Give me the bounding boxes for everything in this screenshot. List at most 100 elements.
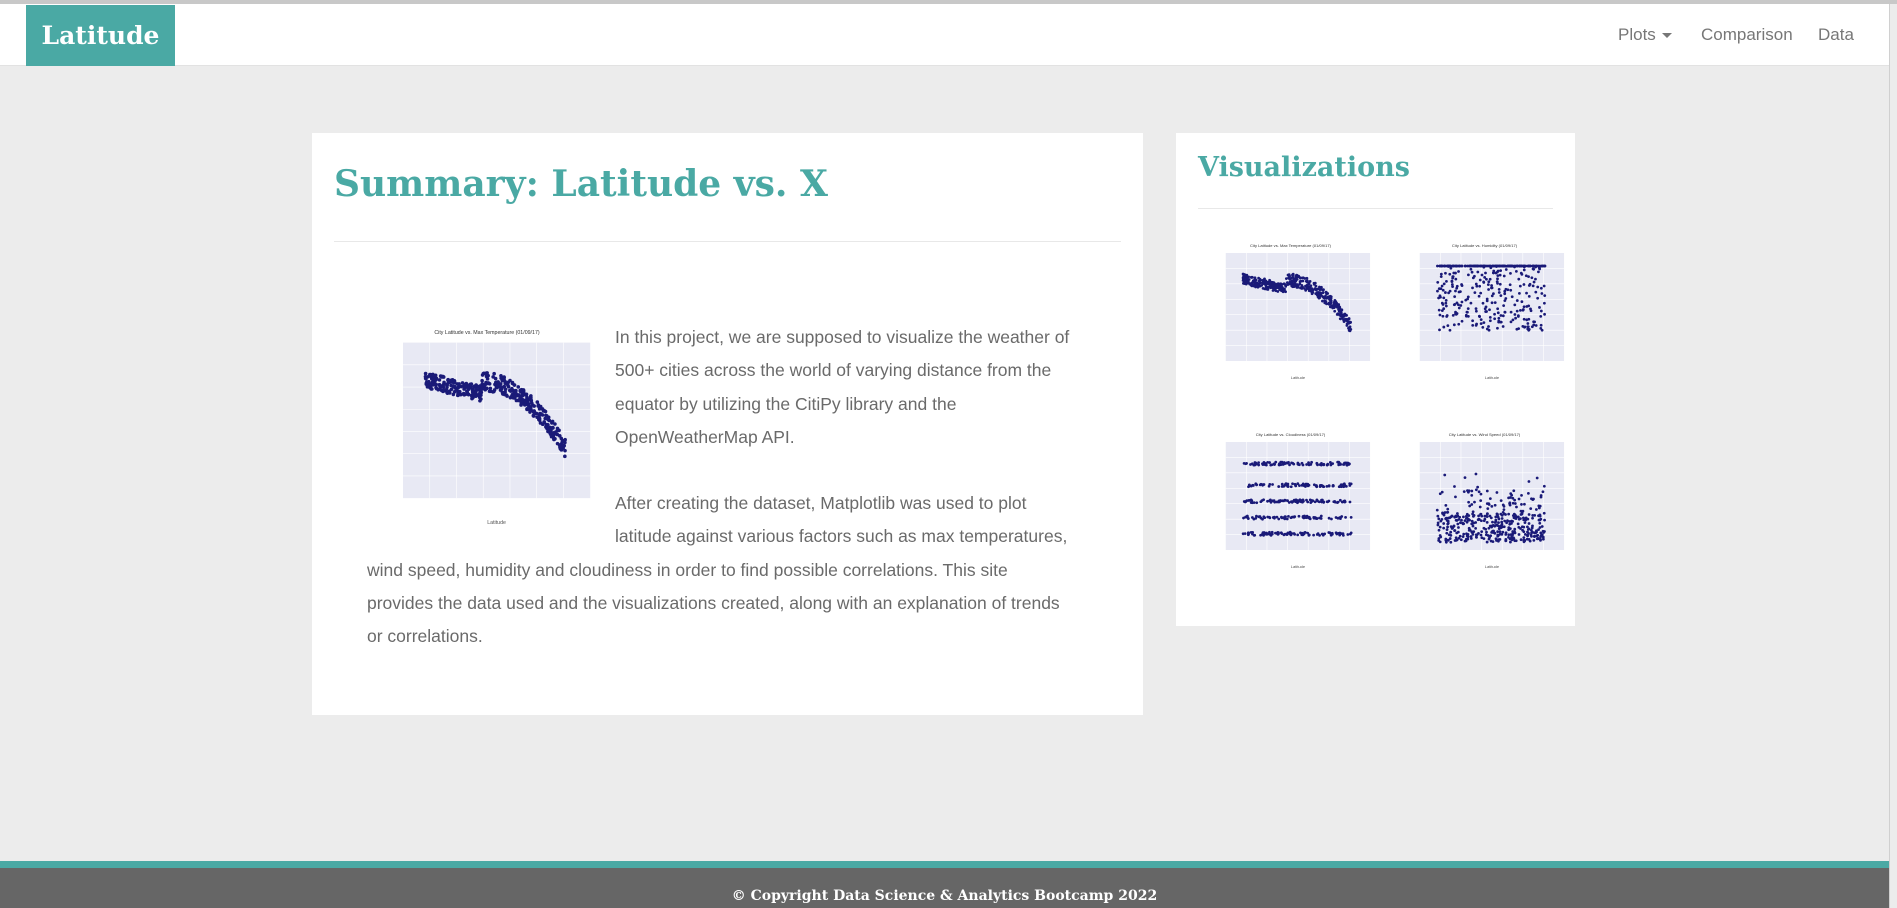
plot-point xyxy=(1338,498,1342,502)
plot-point xyxy=(1444,301,1448,305)
plot-point xyxy=(1499,320,1503,324)
plot-point xyxy=(1517,497,1521,501)
plot-point xyxy=(1513,527,1517,531)
plot-point xyxy=(1516,315,1520,318)
plot-x-label: Latitude xyxy=(1485,375,1500,380)
thumbnail-wind-speed[interactable]: City Latitude vs. Wind Speed (01/09/17) L… xyxy=(1392,427,1577,577)
plot-point xyxy=(1454,277,1458,281)
plot-point xyxy=(1515,299,1519,302)
plot-point xyxy=(1333,303,1337,307)
plot-point xyxy=(1542,284,1546,288)
plot-point xyxy=(1328,301,1332,305)
plot-point xyxy=(1485,299,1489,303)
plot-point xyxy=(563,454,567,459)
brand-logo[interactable]: Latitude xyxy=(26,5,175,66)
plot-point xyxy=(1448,272,1452,276)
plot-point xyxy=(1319,291,1322,295)
plot-point xyxy=(1258,483,1262,487)
plot-point xyxy=(1495,491,1499,494)
plot-point xyxy=(1444,304,1448,308)
plot-point xyxy=(1519,538,1523,542)
plot-point xyxy=(1501,503,1505,507)
plot-point xyxy=(1473,291,1477,294)
plot-point xyxy=(477,388,482,392)
page-scrollbar[interactable] xyxy=(1889,4,1897,908)
plot-point xyxy=(1474,264,1478,268)
plot-point xyxy=(1441,314,1445,318)
plot-point xyxy=(1533,320,1536,324)
plot-point xyxy=(1287,461,1290,464)
plot-point xyxy=(1286,283,1290,286)
plot-point xyxy=(1447,533,1451,537)
plot-point xyxy=(1504,539,1508,543)
plot-point xyxy=(1449,540,1453,544)
plot-point xyxy=(1474,488,1478,492)
visualizations-panel: Visualizations City Latitude vs. Max Tem… xyxy=(1176,133,1575,626)
plot-point xyxy=(1460,518,1463,522)
plot-point xyxy=(1343,461,1346,465)
plot-point xyxy=(1527,527,1531,531)
plot-point xyxy=(1302,516,1306,520)
plot-point xyxy=(1438,264,1442,268)
plot-point xyxy=(1463,264,1467,268)
plot-point xyxy=(1258,277,1262,281)
plot-point xyxy=(1527,480,1531,483)
plot-point xyxy=(550,419,555,424)
plot-x-label: Latitude xyxy=(1291,564,1306,569)
nav-comparison-link[interactable]: Comparison xyxy=(1701,4,1793,66)
plot-point xyxy=(1527,295,1531,298)
thumbnail-max-temperature[interactable]: City Latitude vs. Max Temperature (01/09… xyxy=(1198,238,1383,388)
plot-point xyxy=(1271,286,1275,290)
plot-point xyxy=(1250,281,1254,285)
plot-point xyxy=(1280,283,1284,286)
plot-point xyxy=(1321,484,1325,488)
plot-point xyxy=(1437,517,1441,521)
plot-point xyxy=(1515,505,1518,509)
plot-point xyxy=(1294,274,1298,278)
footer-accent-bar xyxy=(0,861,1889,868)
plot-point xyxy=(1348,325,1352,329)
thumbnail-cloudiness[interactable]: City Latitude vs. Cloudiness (01/09/17) L… xyxy=(1198,427,1383,577)
plot-point xyxy=(1522,268,1526,272)
plot-point xyxy=(437,382,442,387)
plot-point xyxy=(1519,309,1522,312)
plot-point xyxy=(431,374,436,378)
plot-point xyxy=(1251,516,1254,519)
plot-point xyxy=(509,395,513,399)
plot-point xyxy=(1348,500,1352,504)
plot-point xyxy=(485,381,490,385)
plot-point xyxy=(1324,296,1327,300)
plot-point xyxy=(1442,325,1446,329)
plot-point xyxy=(1456,514,1460,518)
plot-point xyxy=(560,438,565,443)
plot-point xyxy=(1277,462,1281,466)
plot-point xyxy=(1305,463,1309,466)
plot-point xyxy=(1462,532,1466,536)
plot-point xyxy=(1498,538,1502,541)
plot-point xyxy=(1463,539,1467,543)
plot-point xyxy=(464,381,469,386)
thumbnail-humidity[interactable]: City Latitude vs. Humidity (01/09/17) Lat… xyxy=(1392,238,1577,388)
plot-point xyxy=(1442,264,1446,268)
plot-point xyxy=(1273,463,1276,466)
plot-point xyxy=(1498,273,1502,277)
plot-point xyxy=(1519,517,1522,520)
plot-point xyxy=(1442,296,1446,300)
plot-point xyxy=(1497,521,1500,525)
plot-point xyxy=(1508,283,1512,287)
plot-point xyxy=(1440,490,1444,494)
plot-point xyxy=(1462,490,1466,494)
max-temperature-plot-image[interactable]: City Latitude vs. Max Temperature (01/09… xyxy=(367,321,607,537)
plot-point xyxy=(1301,463,1305,467)
plot-point xyxy=(1266,532,1270,536)
plot-point xyxy=(1497,525,1501,528)
plot-point xyxy=(1532,538,1536,542)
plot-point xyxy=(1517,327,1521,331)
nav-data-link[interactable]: Data xyxy=(1818,4,1854,66)
plot-point xyxy=(1500,525,1504,529)
plot-x-label: Latitude xyxy=(1291,375,1306,380)
plot-point xyxy=(437,378,442,382)
nav-plots-dropdown[interactable]: Plots xyxy=(1618,4,1672,66)
plot-point xyxy=(1513,313,1517,316)
plot-point xyxy=(544,423,549,427)
